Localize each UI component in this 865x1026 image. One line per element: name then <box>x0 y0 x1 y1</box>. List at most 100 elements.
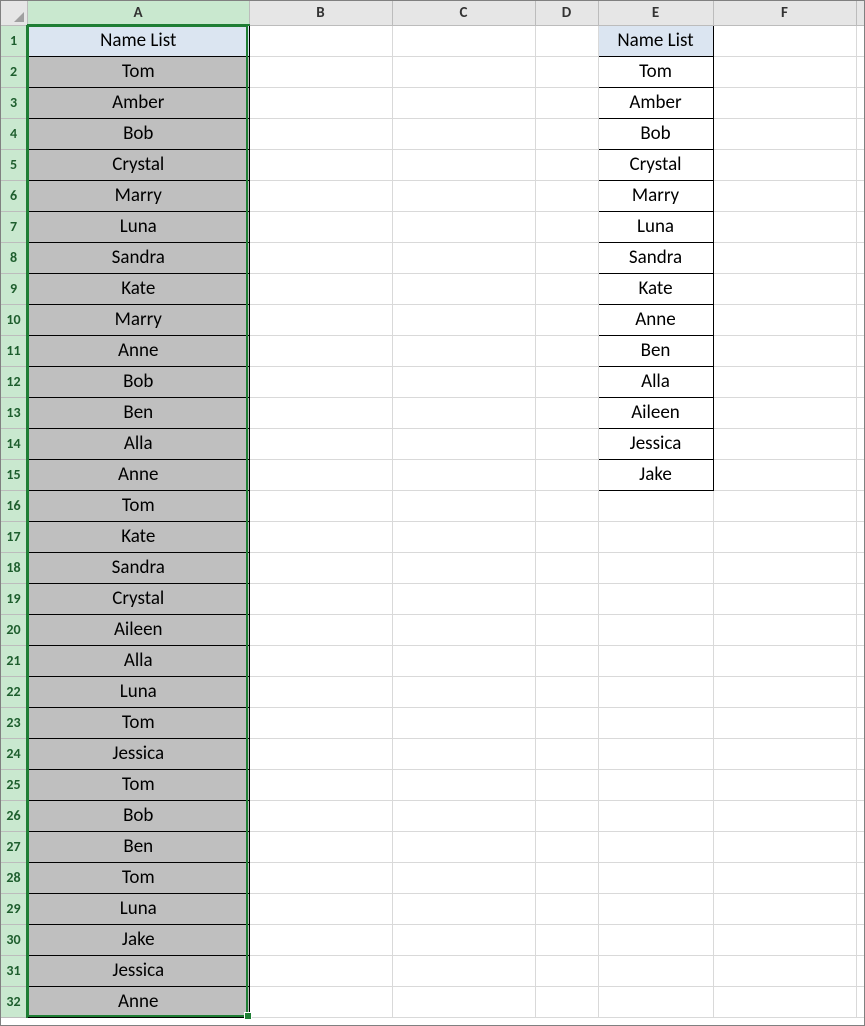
cell-F22[interactable] <box>713 676 856 707</box>
cell-B14[interactable] <box>249 428 392 459</box>
cell-C9[interactable] <box>392 273 535 304</box>
cell-E18[interactable] <box>598 552 713 583</box>
column-header-B[interactable]: B <box>249 1 392 25</box>
cell-C5[interactable] <box>392 149 535 180</box>
cell-D14[interactable] <box>535 428 598 459</box>
cell-D24[interactable] <box>535 738 598 769</box>
cell-A3[interactable]: Amber <box>27 87 249 118</box>
cell-C11[interactable] <box>392 335 535 366</box>
cell-D5[interactable] <box>535 149 598 180</box>
cell-C6[interactable] <box>392 180 535 211</box>
cell-E19[interactable] <box>598 583 713 614</box>
cell-B1[interactable] <box>249 25 392 56</box>
cell-C15[interactable] <box>392 459 535 490</box>
cell-B31[interactable] <box>249 955 392 986</box>
cell-B24[interactable] <box>249 738 392 769</box>
cell-D28[interactable] <box>535 862 598 893</box>
row-header-28[interactable]: 28 <box>1 862 27 893</box>
cell-B11[interactable] <box>249 335 392 366</box>
row-header-32[interactable]: 32 <box>1 986 27 1017</box>
cell-D30[interactable] <box>535 924 598 955</box>
row-header-1[interactable]: 1 <box>1 25 27 56</box>
cell-F2[interactable] <box>713 56 856 87</box>
cell-D19[interactable] <box>535 583 598 614</box>
cell-B29[interactable] <box>249 893 392 924</box>
row-header-3[interactable]: 3 <box>1 87 27 118</box>
cell-B18[interactable] <box>249 552 392 583</box>
cell-E31[interactable] <box>598 955 713 986</box>
cell-E4[interactable]: Bob <box>598 118 713 149</box>
cell-A19[interactable]: Crystal <box>27 583 249 614</box>
cell-C18[interactable] <box>392 552 535 583</box>
cell-B25[interactable] <box>249 769 392 800</box>
cell-B13[interactable] <box>249 397 392 428</box>
cell-B32[interactable] <box>249 986 392 1017</box>
cell-E1[interactable]: Name List <box>598 25 713 56</box>
cell-A13[interactable]: Ben <box>27 397 249 428</box>
cell-D18[interactable] <box>535 552 598 583</box>
cell-C30[interactable] <box>392 924 535 955</box>
cell-F12[interactable] <box>713 366 856 397</box>
cell-D25[interactable] <box>535 769 598 800</box>
cell-D13[interactable] <box>535 397 598 428</box>
cell-B19[interactable] <box>249 583 392 614</box>
cell-C31[interactable] <box>392 955 535 986</box>
cell-A8[interactable]: Sandra <box>27 242 249 273</box>
row-header-15[interactable]: 15 <box>1 459 27 490</box>
cell-F17[interactable] <box>713 521 856 552</box>
cell-F11[interactable] <box>713 335 856 366</box>
cell-C2[interactable] <box>392 56 535 87</box>
cell-E6[interactable]: Marry <box>598 180 713 211</box>
row-header-19[interactable]: 19 <box>1 583 27 614</box>
cell-E22[interactable] <box>598 676 713 707</box>
cell-E14[interactable]: Jessica <box>598 428 713 459</box>
cell-A2[interactable]: Tom <box>27 56 249 87</box>
cell-B28[interactable] <box>249 862 392 893</box>
cell-B9[interactable] <box>249 273 392 304</box>
cell-A9[interactable]: Kate <box>27 273 249 304</box>
cell-B22[interactable] <box>249 676 392 707</box>
cell-E20[interactable] <box>598 614 713 645</box>
cell-B16[interactable] <box>249 490 392 521</box>
cell-C23[interactable] <box>392 707 535 738</box>
cell-F3[interactable] <box>713 87 856 118</box>
cell-C29[interactable] <box>392 893 535 924</box>
cell-F31[interactable] <box>713 955 856 986</box>
cell-A14[interactable]: Alla <box>27 428 249 459</box>
row-header-24[interactable]: 24 <box>1 738 27 769</box>
cell-C22[interactable] <box>392 676 535 707</box>
cell-F24[interactable] <box>713 738 856 769</box>
cell-F1[interactable] <box>713 25 856 56</box>
cell-A16[interactable]: Tom <box>27 490 249 521</box>
cell-A25[interactable]: Tom <box>27 769 249 800</box>
cell-D31[interactable] <box>535 955 598 986</box>
cell-F16[interactable] <box>713 490 856 521</box>
column-header-A[interactable]: A <box>27 1 249 25</box>
cell-B10[interactable] <box>249 304 392 335</box>
cell-B7[interactable] <box>249 211 392 242</box>
cell-B4[interactable] <box>249 118 392 149</box>
row-header-21[interactable]: 21 <box>1 645 27 676</box>
row-header-8[interactable]: 8 <box>1 242 27 273</box>
row-header-22[interactable]: 22 <box>1 676 27 707</box>
cell-D21[interactable] <box>535 645 598 676</box>
cell-C28[interactable] <box>392 862 535 893</box>
cell-C13[interactable] <box>392 397 535 428</box>
row-header-11[interactable]: 11 <box>1 335 27 366</box>
row-header-18[interactable]: 18 <box>1 552 27 583</box>
cell-E29[interactable] <box>598 893 713 924</box>
cell-B17[interactable] <box>249 521 392 552</box>
cell-E25[interactable] <box>598 769 713 800</box>
cell-B21[interactable] <box>249 645 392 676</box>
row-header-29[interactable]: 29 <box>1 893 27 924</box>
column-header-D[interactable]: D <box>535 1 598 25</box>
spreadsheet-viewport[interactable]: ABCDEF1Name ListName List2TomTom3AmberAm… <box>0 0 865 1026</box>
cell-E17[interactable] <box>598 521 713 552</box>
cell-C24[interactable] <box>392 738 535 769</box>
row-header-27[interactable]: 27 <box>1 831 27 862</box>
cell-E21[interactable] <box>598 645 713 676</box>
row-header-10[interactable]: 10 <box>1 304 27 335</box>
cell-C25[interactable] <box>392 769 535 800</box>
cell-C12[interactable] <box>392 366 535 397</box>
cell-A21[interactable]: Alla <box>27 645 249 676</box>
